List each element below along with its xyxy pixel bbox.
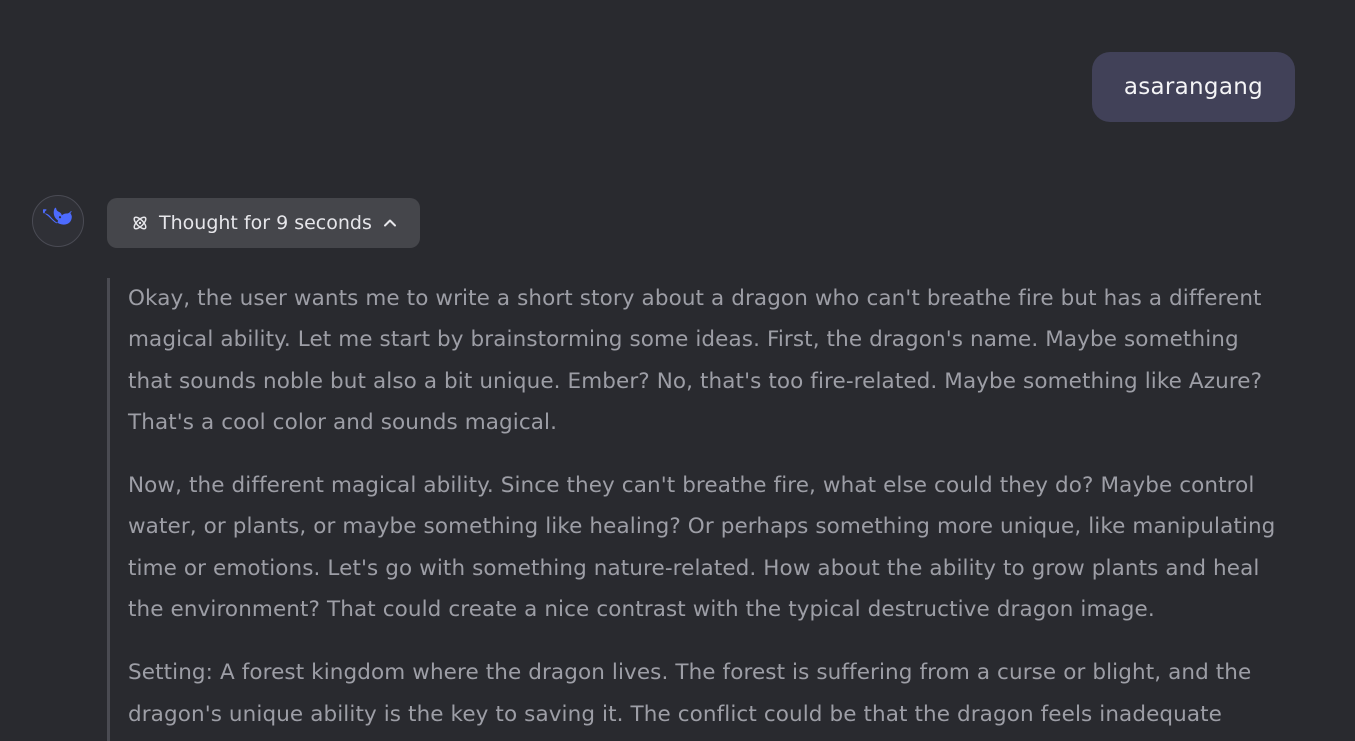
thought-toggle-label: Thought for 9 seconds <box>159 212 372 234</box>
thinking-content: Okay, the user wants me to write a short… <box>107 278 1287 741</box>
assistant-avatar <box>32 195 84 247</box>
thinking-paragraph: Now, the different magical ability. Sinc… <box>128 473 1276 623</box>
chevron-up-icon <box>382 215 398 231</box>
whale-logo-icon <box>39 207 73 235</box>
chat-view: asarangang Thought for 9 seconds Okay, t… <box>0 0 1355 741</box>
thinking-paragraph: Setting: A forest kingdom where the drag… <box>128 660 1252 727</box>
thought-toggle-button[interactable]: Thought for 9 seconds <box>107 198 420 248</box>
atom-icon <box>131 214 149 232</box>
thinking-paragraph: Okay, the user wants me to write a short… <box>128 286 1263 435</box>
user-message-bubble: asarangang <box>1091 52 1295 122</box>
